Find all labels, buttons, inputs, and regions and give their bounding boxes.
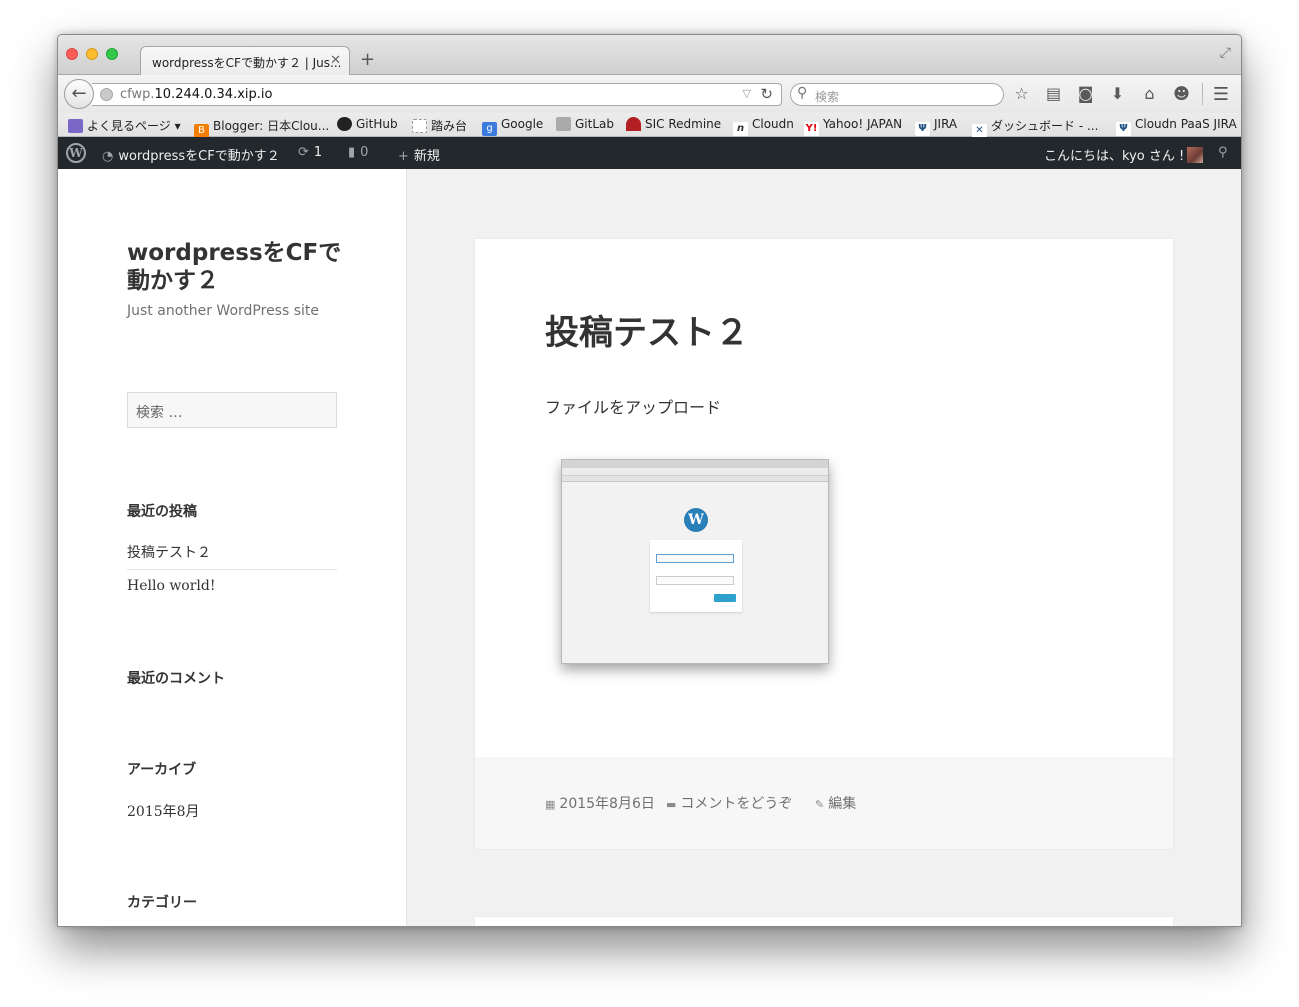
minimize-window-button[interactable] bbox=[86, 48, 98, 60]
bookmark-star-icon[interactable]: ☆ bbox=[1012, 84, 1031, 103]
wordpress-logo-icon: W bbox=[684, 508, 708, 532]
bookmark-item[interactable]: n Cloudn bbox=[733, 117, 794, 136]
admin-search-icon[interactable]: ⚲ bbox=[1218, 145, 1228, 160]
fullscreen-icon[interactable]: ⤢ bbox=[1220, 45, 1231, 61]
admin-account-link[interactable]: こんにちは、kyo さん ! bbox=[1044, 145, 1204, 164]
site-title[interactable]: wordpressをCFで動かす２ bbox=[127, 239, 347, 295]
tab-strip: wordpressをCFで動かす２ | Jus... ✕ + ⤢ bbox=[58, 35, 1241, 76]
yahoo-icon: Y! bbox=[804, 122, 819, 136]
plus-icon: + bbox=[398, 149, 409, 164]
pocket-icon[interactable]: ◙ bbox=[1076, 84, 1095, 103]
url-bar[interactable]: cfwp.10.244.0.34.xip.io ▽ ↻ bbox=[92, 83, 782, 106]
bookmark-item[interactable]: Ψ JIRA bbox=[915, 117, 957, 136]
archives-title: アーカイブ bbox=[127, 762, 197, 778]
toolbar-divider bbox=[1202, 83, 1203, 105]
recent-post-link[interactable]: 投稿テスト２ bbox=[127, 542, 211, 562]
chat-icon[interactable]: ☻ bbox=[1172, 84, 1191, 103]
login-form-thumbnail bbox=[650, 540, 742, 612]
avatar bbox=[1187, 147, 1204, 163]
admin-new-link[interactable]: + 新規 bbox=[398, 145, 440, 164]
home-icon[interactable]: ⌂ bbox=[1140, 84, 1159, 103]
post-content: ファイルをアップロード bbox=[545, 398, 722, 417]
updates-icon: ⟳ bbox=[298, 145, 309, 160]
recent-comments-title: 最近のコメント bbox=[127, 671, 225, 687]
bookmark-item[interactable]: GitLab bbox=[556, 117, 614, 131]
back-button[interactable]: ← bbox=[64, 79, 94, 109]
bookmark-item[interactable]: Ψ Cloudn PaaS JIRA bbox=[1116, 117, 1237, 136]
wp-admin-bar: W ◔ wordpressをCFで動かす２ ⟳ 1 ▮ 0 + 新規 こんにちは、kyo… bbox=[58, 137, 1241, 169]
archive-link[interactable]: 2015年8月 bbox=[127, 801, 200, 821]
reading-list-icon[interactable]: ▤ bbox=[1044, 84, 1063, 103]
blogger-icon: B bbox=[194, 124, 209, 138]
close-window-button[interactable] bbox=[66, 48, 78, 60]
navigation-bar: cfwp.10.244.0.34.xip.io ▽ ↻ ← ⚲ 検索 ☆ ▤ ◙… bbox=[58, 75, 1241, 113]
browser-search-input[interactable]: ⚲ 検索 bbox=[790, 83, 1004, 106]
toolbar-icons: ☆ ▤ ◙ ⬇ ⌂ ☻ bbox=[1012, 84, 1191, 103]
page-content: wordpressをCFで動かす２ Just another WordPress… bbox=[58, 169, 1241, 926]
recent-post-link[interactable]: Hello world! bbox=[127, 578, 216, 594]
dashboard-gauge-icon: ◔ bbox=[102, 149, 114, 164]
url-dropdown-icon[interactable]: ▽ bbox=[743, 87, 751, 100]
site-description: Just another WordPress site bbox=[127, 303, 320, 319]
download-icon[interactable]: ⬇ bbox=[1108, 84, 1127, 103]
tab-active[interactable]: wordpressをCFで動かす２ | Jus... ✕ bbox=[140, 46, 350, 76]
admin-updates-link[interactable]: ⟳ 1 bbox=[298, 145, 322, 160]
bookmark-item[interactable]: GitHub bbox=[337, 117, 398, 131]
search-icon: ⚲ bbox=[797, 85, 808, 101]
bookmark-item[interactable]: 踏み台 bbox=[412, 117, 467, 134]
url-host: 10.244.0.34.xip.io bbox=[154, 87, 273, 102]
post-card: 投稿テスト２ ファイルをアップロード W ▦ 2015年8月6日 ▬ コメントをどう… bbox=[475, 239, 1173, 849]
bookmarks-bar: よく見るページ ▾ B Blogger: 日本Clou... GitHub 踏み台… bbox=[58, 113, 1241, 138]
bookmark-item[interactable]: ✕ ダッシュボード - ... bbox=[972, 117, 1098, 138]
gitlab-icon bbox=[556, 117, 571, 131]
new-tab-button[interactable]: + bbox=[360, 49, 375, 70]
post-date-link[interactable]: ▦ 2015年8月6日 bbox=[545, 793, 655, 813]
redmine-icon bbox=[626, 117, 641, 131]
url-prefix: cfwp. bbox=[120, 87, 155, 102]
next-post-card bbox=[475, 917, 1173, 926]
page-icon bbox=[412, 119, 427, 133]
pencil-icon: ✎ bbox=[815, 798, 825, 811]
post-comment-link[interactable]: ▬ コメントをどうぞ bbox=[666, 793, 792, 813]
back-arrow-icon: ← bbox=[71, 83, 87, 104]
folder-icon bbox=[68, 119, 83, 133]
bookmark-item[interactable]: よく見るページ ▾ bbox=[68, 117, 181, 134]
categories-title: カテゴリー bbox=[127, 895, 197, 911]
jira-icon: Ψ bbox=[1116, 122, 1131, 136]
comment-bubble-icon: ▮ bbox=[348, 145, 356, 160]
jira-icon: Ψ bbox=[915, 122, 930, 136]
comment-icon: ▬ bbox=[666, 798, 677, 811]
sidebar-search-input[interactable]: 検索 … bbox=[127, 392, 337, 428]
post-edit-link[interactable]: ✎ 編集 bbox=[815, 793, 856, 813]
divider bbox=[127, 569, 337, 570]
tab-close-icon[interactable]: ✕ bbox=[330, 53, 341, 68]
hamburger-menu-icon[interactable]: ☰ bbox=[1213, 84, 1229, 105]
bookmark-item[interactable]: B Blogger: 日本Clou... bbox=[194, 117, 329, 138]
uploaded-screenshot-image[interactable]: W bbox=[561, 459, 829, 664]
github-icon bbox=[337, 117, 352, 131]
bookmark-item[interactable]: Y! Yahoo! JAPAN bbox=[804, 117, 902, 136]
post-footer: ▦ 2015年8月6日 ▬ コメントをどうぞ ✎ 編集 bbox=[475, 757, 1173, 849]
zoom-window-button[interactable] bbox=[106, 48, 118, 60]
cloudn-icon: n bbox=[733, 122, 748, 136]
browser-search-placeholder: 検索 bbox=[815, 90, 840, 104]
admin-comments-link[interactable]: ▮ 0 bbox=[348, 145, 368, 160]
bookmark-item[interactable]: g Google bbox=[482, 117, 543, 136]
dashboard-icon: ✕ bbox=[972, 124, 987, 138]
sidebar: wordpressをCFで動かす２ Just another WordPress… bbox=[58, 169, 407, 926]
wordpress-logo-icon[interactable]: W bbox=[66, 143, 86, 163]
recent-posts-title: 最近の投稿 bbox=[127, 504, 197, 520]
calendar-icon: ▦ bbox=[545, 798, 556, 811]
post-title[interactable]: 投稿テスト２ bbox=[545, 305, 749, 354]
google-icon: g bbox=[482, 122, 497, 136]
browser-window: wordpressをCFで動かす２ | Jus... ✕ + ⤢ cfwp.10… bbox=[57, 34, 1242, 927]
globe-icon bbox=[100, 88, 113, 101]
reload-icon[interactable]: ↻ bbox=[760, 85, 773, 103]
bookmark-item[interactable]: SIC Redmine bbox=[626, 117, 721, 131]
tab-title: wordpressをCFで動かす２ | Jus... bbox=[152, 56, 342, 70]
admin-site-name-link[interactable]: ◔ wordpressをCFで動かす２ bbox=[102, 145, 280, 164]
